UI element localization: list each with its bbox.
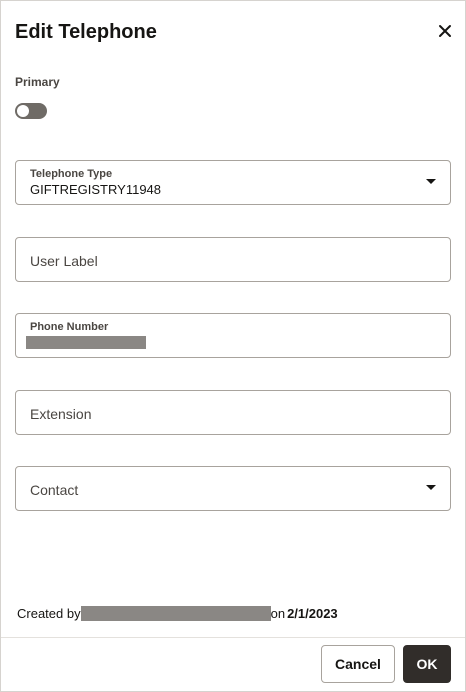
primary-label: Primary — [15, 75, 60, 89]
primary-toggle[interactable] — [15, 103, 47, 119]
header-banner — [1, 59, 465, 65]
created-on-label: on — [270, 606, 286, 621]
close-icon — [439, 25, 451, 37]
footer-divider — [1, 637, 465, 638]
user-label-input[interactable]: User Label — [15, 237, 451, 282]
edit-telephone-dialog: Edit Telephone Primary Telephone Type GI… — [0, 0, 466, 692]
created-by-redacted — [80, 606, 271, 621]
chevron-down-icon — [426, 485, 436, 490]
dialog-title: Edit Telephone — [15, 21, 157, 43]
created-date: 2/1/2023 — [287, 606, 338, 621]
contact-select[interactable]: Contact — [15, 466, 451, 511]
chevron-down-icon — [426, 179, 436, 184]
telephone-type-select[interactable]: Telephone Type GIFTREGISTRY11948 — [15, 160, 451, 205]
created-info: Created by on 2/1/2023 — [17, 606, 338, 621]
phone-number-label: Phone Number — [30, 321, 109, 333]
telephone-type-label: Telephone Type — [30, 168, 113, 180]
ok-button[interactable]: OK — [403, 645, 451, 683]
contact-placeholder: Contact — [30, 482, 79, 498]
extension-input[interactable]: Extension — [15, 390, 451, 435]
cancel-button[interactable]: Cancel — [321, 645, 395, 683]
toggle-knob — [17, 105, 29, 117]
close-button[interactable] — [431, 17, 459, 45]
phone-number-input[interactable]: Phone Number — [15, 313, 451, 358]
extension-placeholder: Extension — [30, 406, 92, 422]
user-label-placeholder: User Label — [30, 253, 98, 269]
created-by-label: Created by — [17, 606, 81, 621]
telephone-type-value: GIFTREGISTRY11948 — [30, 182, 162, 197]
phone-number-redacted — [26, 336, 146, 349]
dialog-header: Edit Telephone — [1, 1, 465, 59]
